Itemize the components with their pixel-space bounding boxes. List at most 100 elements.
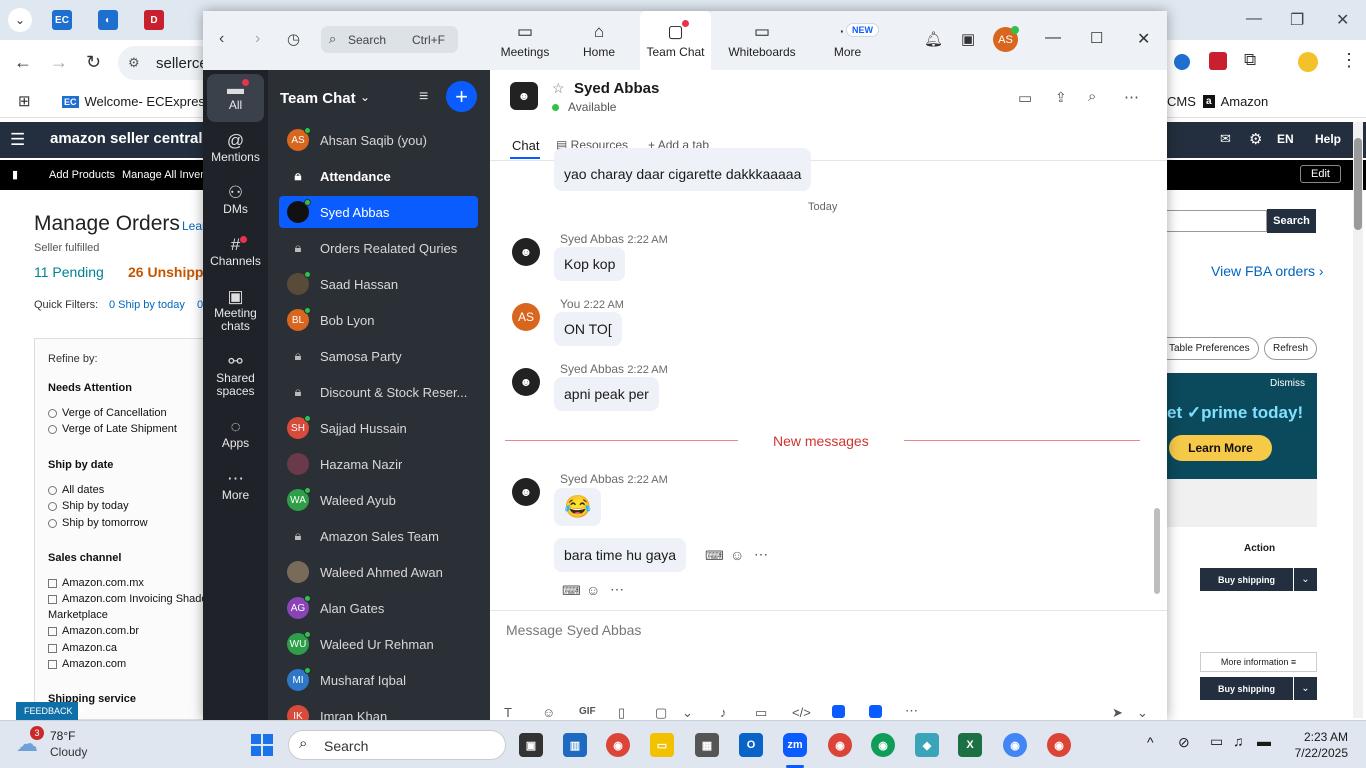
sender-avatar[interactable]: AS bbox=[512, 303, 540, 331]
message-input[interactable]: Message Syed Abbas bbox=[506, 622, 641, 638]
nav-meeting-chats[interactable]: ▣ Meeting chats bbox=[207, 288, 264, 333]
weather-widget[interactable]: ☁ 3 bbox=[16, 726, 44, 757]
excel-icon[interactable]: X bbox=[958, 733, 982, 757]
reply-icon[interactable]: ⌨ bbox=[705, 548, 724, 564]
chat-list-item[interactable]: WU Waleed Ur Rehman bbox=[279, 628, 478, 660]
chat-list-item[interactable]: IK Imran Khan bbox=[279, 700, 478, 720]
file-icon[interactable]: ▯ bbox=[618, 705, 625, 720]
chat-list-item[interactable]: WA Waleed Ayub bbox=[279, 484, 478, 516]
language-selector[interactable]: EN bbox=[1277, 132, 1294, 146]
tab-whiteboards[interactable]: ▭ Whiteboards bbox=[724, 11, 800, 70]
browser-restore-icon[interactable]: ❐ bbox=[1290, 10, 1304, 30]
bookmark-ecexpress[interactable]: EC Welcome- ECExpres... bbox=[62, 94, 216, 109]
view-fba-link[interactable]: View FBA orders › bbox=[1211, 263, 1324, 279]
chat-list-item[interactable]: AS Ahsan Saqib (you) bbox=[279, 124, 478, 156]
buy-shipping-button[interactable]: Buy shipping bbox=[1200, 677, 1293, 700]
learn-more-button[interactable]: Learn More bbox=[1169, 435, 1272, 461]
emoji-react-icon[interactable]: ☺ bbox=[586, 582, 600, 598]
chevron-down-icon[interactable]: ⌄ bbox=[360, 90, 370, 104]
scrollbar-thumb[interactable] bbox=[1154, 508, 1160, 594]
calculator-icon[interactable]: ▦ bbox=[695, 733, 719, 757]
app-icon[interactable] bbox=[832, 705, 845, 718]
task-view-icon[interactable]: ▣ bbox=[519, 733, 543, 757]
sender-avatar[interactable]: ☻ bbox=[512, 368, 540, 396]
browser-minimize-icon[interactable]: — bbox=[1246, 10, 1262, 28]
chat-list-item[interactable]: AG Alan Gates bbox=[279, 592, 478, 624]
more-icon[interactable]: ⋯ bbox=[754, 546, 768, 563]
order-search-input[interactable] bbox=[1167, 210, 1267, 232]
search-box[interactable]: ⌕ Search Ctrl+F bbox=[321, 26, 458, 53]
chevron-down-icon[interactable]: ⌄ bbox=[1294, 568, 1317, 591]
browser-close-icon[interactable]: ✕ bbox=[1336, 10, 1349, 30]
nav-dms[interactable]: ⚇ DMs bbox=[207, 184, 264, 216]
filter-verge-late[interactable]: Verge of Late Shipment bbox=[48, 423, 177, 435]
chat-list-item[interactable]: 🔒︎ Attendance bbox=[279, 160, 478, 192]
nav-shared-spaces[interactable]: ⚯ Shared spaces bbox=[207, 353, 264, 398]
tab-list-icon[interactable]: ⌄ bbox=[8, 8, 32, 32]
back-icon[interactable]: ← bbox=[14, 52, 32, 73]
apps-grid-icon[interactable]: ⊞ bbox=[18, 92, 31, 110]
bookmark-cms[interactable]: CMS bbox=[1167, 94, 1196, 109]
tab-pending[interactable]: 11 Pending bbox=[34, 264, 104, 280]
settings-icon[interactable]: ⚙ bbox=[1249, 130, 1262, 148]
star-icon[interactable]: ☆ bbox=[552, 80, 565, 97]
nav-all[interactable]: ▬ All bbox=[207, 74, 264, 122]
filter-icon[interactable]: ≡ bbox=[419, 88, 428, 106]
close-icon[interactable]: ✕ bbox=[79, 706, 87, 717]
contact-avatar[interactable]: ☻ bbox=[510, 82, 538, 110]
filter-ship-tomorrow[interactable]: Ship by tomorrow bbox=[48, 517, 148, 529]
code-icon[interactable]: </> bbox=[792, 705, 811, 720]
clock-date[interactable]: 7/22/2025 bbox=[1290, 746, 1348, 760]
battery-icon[interactable]: ▬ bbox=[1257, 733, 1271, 749]
help-link[interactable]: Help bbox=[1315, 132, 1341, 146]
sender-avatar[interactable]: ☻ bbox=[512, 238, 540, 266]
chat-list-item[interactable]: MI Musharaf Iqbal bbox=[279, 664, 478, 696]
mail-icon[interactable]: ✉ bbox=[1220, 131, 1231, 147]
filter-verge-cancel[interactable]: Verge of Cancellation bbox=[48, 407, 167, 419]
filter-channel-com[interactable]: Amazon.com bbox=[48, 658, 126, 670]
chat-list-item[interactable]: 🔒︎ Orders Realated Quries bbox=[279, 232, 478, 264]
chat-list-item[interactable]: 🔒︎ Samosa Party bbox=[279, 340, 478, 372]
chat-list-item[interactable]: Hazama Nazir bbox=[279, 448, 478, 480]
chat-list-item[interactable]: Syed Abbas bbox=[279, 196, 478, 228]
filter-all-dates[interactable]: All dates bbox=[48, 484, 104, 496]
format-text-icon[interactable]: T bbox=[504, 705, 512, 720]
outlook-icon[interactable]: O bbox=[739, 733, 763, 757]
emoji-react-icon[interactable]: ☺ bbox=[730, 547, 744, 563]
screenshot-icon[interactable]: ▢ bbox=[655, 705, 667, 720]
amazon-logo[interactable]: amazon seller central bbox=[50, 130, 203, 147]
share-screen-icon[interactable]: ⇪ bbox=[1055, 89, 1067, 106]
chevron-down-icon[interactable]: ⌄ bbox=[1294, 677, 1317, 700]
filter-channel-br[interactable]: Amazon.com.br bbox=[48, 625, 139, 637]
app-icon[interactable]: ◆ bbox=[915, 733, 939, 757]
chevron-down-icon[interactable]: ⌄ bbox=[682, 705, 693, 720]
reload-icon[interactable]: ↻ bbox=[86, 52, 101, 73]
chrome-profile-icon[interactable]: ◉ bbox=[1003, 733, 1027, 757]
message-bubble[interactable]: apni peak per bbox=[554, 377, 659, 411]
more-icon[interactable]: ⋯ bbox=[610, 581, 624, 598]
taskbar-search[interactable]: ⌕ Search bbox=[288, 730, 506, 760]
chat-list-item[interactable]: 🔒︎ Discount & Stock Reser... bbox=[279, 376, 478, 408]
clock-time[interactable]: 2:23 AM bbox=[1303, 730, 1348, 744]
chevron-up-icon[interactable]: ^ bbox=[1147, 734, 1154, 750]
emoji-icon[interactable]: ☺ bbox=[542, 705, 555, 720]
display-icon[interactable]: ▭ bbox=[1210, 733, 1223, 750]
volume-icon[interactable]: ♫ bbox=[1233, 733, 1244, 749]
back-icon[interactable]: ‹ bbox=[219, 30, 224, 48]
tab-home[interactable]: ⌂ Home bbox=[565, 11, 633, 70]
filter-channel-mx[interactable]: Amazon.com.mx bbox=[48, 577, 144, 589]
nav-mentions[interactable]: @ Mentions bbox=[207, 132, 264, 164]
maximize-icon[interactable]: ☐ bbox=[1090, 29, 1103, 47]
forward-icon[interactable]: → bbox=[50, 52, 68, 73]
bookmark-amazon[interactable]: a Amazon bbox=[1203, 94, 1268, 109]
windows-start-icon[interactable] bbox=[251, 734, 273, 756]
chat-scrollbar[interactable] bbox=[1154, 150, 1162, 610]
message-bubble[interactable]: Kop kop bbox=[554, 247, 626, 281]
chrome-profile-icon[interactable]: ◉ bbox=[871, 733, 895, 757]
new-chat-button[interactable]: + bbox=[446, 81, 477, 112]
chat-list-item[interactable]: SH Sajjad Hussain bbox=[279, 412, 478, 444]
network-icon[interactable]: ⊘ bbox=[1178, 734, 1190, 751]
zoom-app-icon[interactable]: zm bbox=[783, 733, 807, 757]
filter-ship-today[interactable]: Ship by today bbox=[48, 500, 129, 512]
tab-more[interactable]: ⋯More bbox=[820, 11, 875, 70]
